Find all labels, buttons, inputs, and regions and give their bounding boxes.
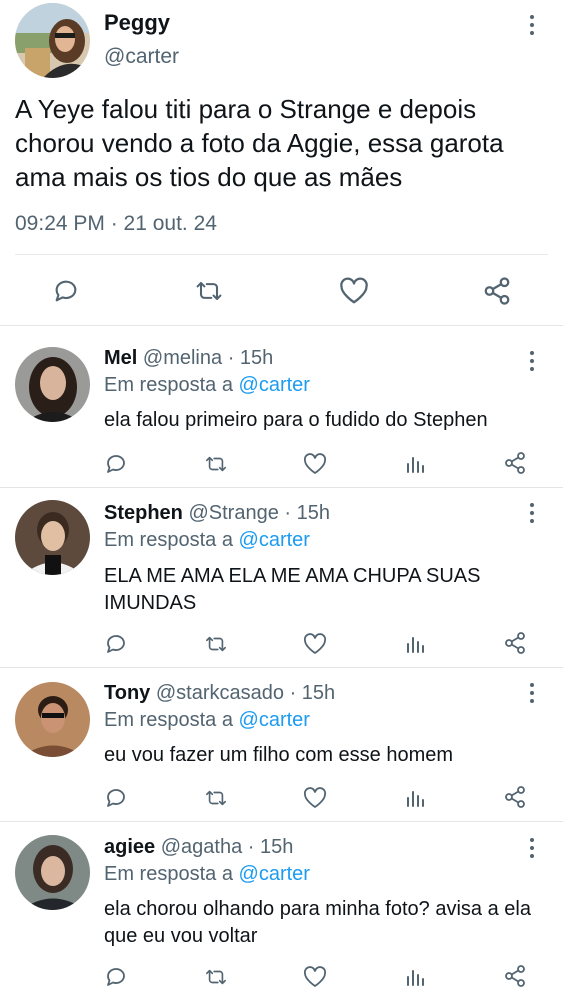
reply-tweet[interactable]: Stephen @Strange · 15h Em resposta a @ca… — [0, 488, 563, 666]
views-icon[interactable] — [405, 786, 427, 808]
reply-header: Tony @starkcasado · 15h — [104, 682, 335, 705]
reply-icon[interactable] — [104, 786, 128, 810]
reply-time: · 15h — [284, 502, 330, 524]
reply-tweet[interactable]: Mel @melina · 15h Em resposta a @carter … — [0, 326, 563, 486]
reply-header: Mel @melina · 15h — [104, 347, 273, 370]
reply-mention-link[interactable]: @carter — [239, 374, 310, 396]
share-icon[interactable] — [503, 451, 527, 475]
reply-prefix: Em resposta a — [104, 709, 233, 731]
reply-context: Em resposta a @carter — [104, 374, 310, 397]
reply-context: Em resposta a @carter — [104, 709, 310, 732]
more-options-icon[interactable] — [522, 503, 542, 525]
reply-time: · 15h — [247, 836, 294, 858]
share-icon[interactable] — [503, 631, 527, 655]
retweet-icon[interactable] — [203, 966, 229, 988]
tweet-text: A Yeye falou titi para o Strange e depoi… — [15, 94, 504, 192]
reply-author-name[interactable]: Mel — [104, 347, 137, 369]
views-icon[interactable] — [405, 965, 427, 987]
retweet-icon[interactable] — [203, 633, 229, 655]
reply-text: ELA ME AMA ELA ME AMA CHUPA SUAS IMUNDAS — [104, 565, 481, 614]
divider — [15, 254, 548, 255]
reply-tweet[interactable]: agiee @agatha · 15h Em resposta a @carte… — [0, 822, 563, 1000]
share-icon[interactable] — [482, 276, 512, 306]
like-icon[interactable] — [303, 787, 327, 809]
reply-author-handle[interactable]: @melina — [143, 347, 222, 369]
reply-prefix: Em resposta a — [104, 863, 233, 885]
more-options-icon[interactable] — [522, 683, 542, 705]
reply-mention-link[interactable]: @carter — [239, 709, 310, 731]
reply-tweet[interactable]: Tony @starkcasado · 15h Em resposta a @c… — [0, 668, 563, 821]
reply-mention-link[interactable]: @carter — [239, 863, 310, 885]
share-icon[interactable] — [503, 785, 527, 809]
avatar[interactable] — [15, 835, 90, 910]
avatar[interactable] — [15, 347, 90, 422]
more-options-icon[interactable] — [522, 838, 542, 860]
like-icon[interactable] — [303, 966, 327, 988]
like-icon[interactable] — [303, 453, 327, 475]
reply-author-name[interactable]: Tony — [104, 682, 150, 704]
reply-mention-link[interactable]: @carter — [239, 529, 310, 551]
main-tweet: Peggy @carter A Yeye falou titi para o S… — [0, 0, 563, 325]
author-name[interactable]: Peggy — [104, 10, 170, 36]
avatar[interactable] — [15, 682, 90, 757]
reply-context: Em resposta a @carter — [104, 863, 310, 886]
reply-time: · 15h — [289, 682, 336, 704]
author-handle[interactable]: @carter — [104, 45, 179, 69]
avatar[interactable] — [15, 500, 90, 575]
reply-author-name[interactable]: Stephen — [104, 502, 183, 524]
reply-time: · 15h — [227, 347, 274, 369]
avatar[interactable] — [15, 3, 90, 78]
reply-author-handle[interactable]: @starkcasado — [156, 682, 284, 704]
reply-prefix: Em resposta a — [104, 374, 233, 396]
more-options-icon[interactable] — [522, 351, 542, 373]
reply-text: ela chorou olhando para minha foto? avis… — [104, 898, 531, 947]
reply-icon[interactable] — [104, 452, 128, 476]
reply-author-name[interactable]: agiee — [104, 836, 155, 858]
reply-text: eu vou fazer um filho com esse homem — [104, 744, 454, 766]
reply-icon[interactable] — [104, 965, 128, 989]
reply-icon[interactable] — [52, 277, 80, 305]
retweet-icon[interactable] — [203, 787, 229, 809]
like-icon[interactable] — [339, 277, 369, 305]
views-icon[interactable] — [405, 632, 427, 654]
reply-header: agiee @agatha · 15h — [104, 836, 293, 859]
tweet-timestamp: 09:24 PM · 21 out. 24 — [15, 212, 217, 235]
reply-header: Stephen @Strange · 15h — [104, 502, 330, 525]
reply-icon[interactable] — [104, 632, 128, 656]
reply-text: ela falou primeiro para o fudido do Step… — [104, 409, 488, 431]
reply-prefix: Em resposta a — [104, 529, 233, 551]
more-options-icon[interactable] — [522, 15, 542, 41]
reply-author-handle[interactable]: @Strange — [188, 502, 278, 524]
retweet-icon[interactable] — [193, 277, 225, 305]
retweet-icon[interactable] — [203, 453, 229, 475]
like-icon[interactable] — [303, 633, 327, 655]
share-icon[interactable] — [503, 964, 527, 988]
reply-context: Em resposta a @carter — [104, 529, 310, 552]
views-icon[interactable] — [405, 452, 427, 474]
reply-author-handle[interactable]: @agatha — [161, 836, 242, 858]
